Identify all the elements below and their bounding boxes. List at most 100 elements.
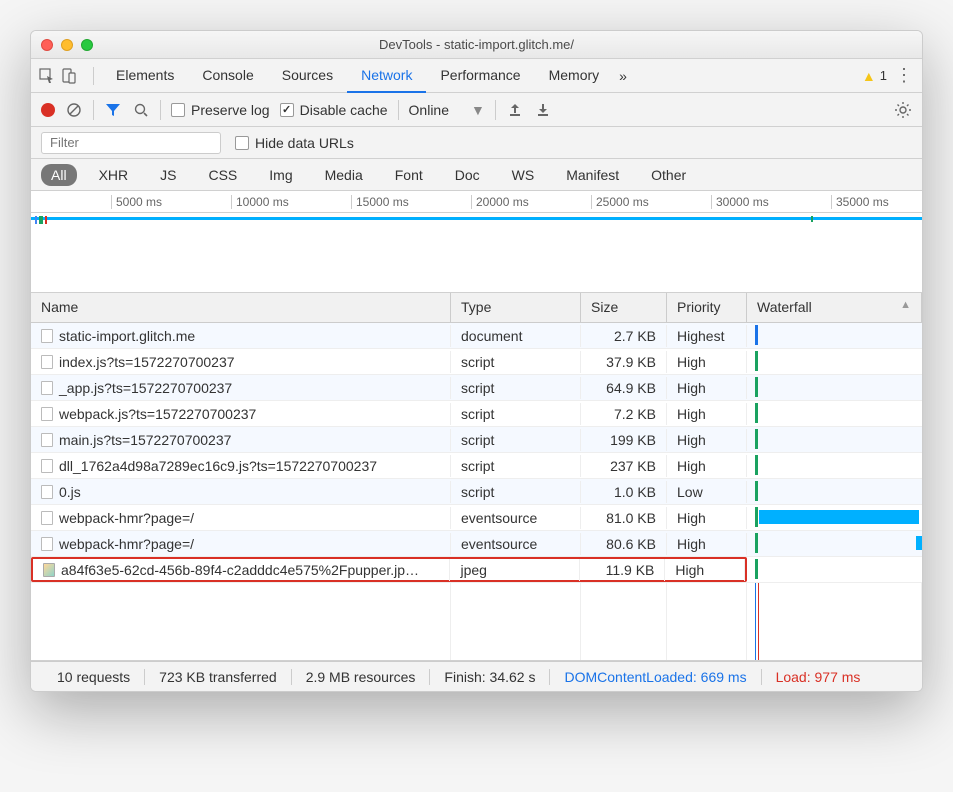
type-filter-css[interactable]: CSS <box>198 164 247 186</box>
type-filter-media[interactable]: Media <box>315 164 373 186</box>
type-filter-ws[interactable]: WS <box>502 164 545 186</box>
request-name: webpack-hmr?page=/ <box>59 510 194 526</box>
clear-icon[interactable] <box>65 101 83 119</box>
menu-icon[interactable]: ⋮ <box>895 65 914 86</box>
waterfall-cell <box>747 323 922 348</box>
warning-icon: ▲ <box>862 68 876 84</box>
chevron-down-icon: ▼ <box>471 102 485 118</box>
hide-data-urls-label: Hide data URLs <box>255 135 354 151</box>
warning-count: 1 <box>880 68 887 83</box>
table-row[interactable]: webpack.js?ts=1572270700237 script7.2 KBH… <box>31 401 922 427</box>
type-filter-other[interactable]: Other <box>641 164 696 186</box>
preserve-log-checkbox[interactable]: Preserve log <box>171 102 270 118</box>
more-tabs-icon[interactable]: » <box>613 60 633 92</box>
type-filter-js[interactable]: JS <box>150 164 186 186</box>
cell-size: 199 KB <box>581 429 667 451</box>
filter-input[interactable] <box>41 132 221 154</box>
cell-size: 64.9 KB <box>581 377 667 399</box>
col-priority-header[interactable]: Priority <box>667 293 747 322</box>
status-transferred: 723 KB transferred <box>145 669 292 685</box>
request-name: webpack.js?ts=1572270700237 <box>59 406 256 422</box>
table-row[interactable]: static-import.glitch.medocument2.7 KBHig… <box>31 323 922 349</box>
waterfall-cell <box>747 427 922 452</box>
status-requests: 10 requests <box>43 669 145 685</box>
type-filter-manifest[interactable]: Manifest <box>556 164 629 186</box>
type-filter-xhr[interactable]: XHR <box>89 164 139 186</box>
document-file-icon <box>41 511 53 525</box>
cell-priority: High <box>667 377 747 399</box>
download-icon[interactable] <box>534 101 552 119</box>
table-row[interactable]: _app.js?ts=1572270700237script64.9 KBHig… <box>31 375 922 401</box>
cell-priority: High <box>667 403 747 425</box>
tab-elements[interactable]: Elements <box>102 59 188 93</box>
timeline-tick: 35000 ms <box>831 195 889 209</box>
network-toolbar: Preserve log Disable cache Online ▼ <box>31 93 922 127</box>
status-bar: 10 requests 723 KB transferred 2.9 MB re… <box>31 661 922 691</box>
throttling-select[interactable]: Online ▼ <box>409 102 485 118</box>
type-filter-all[interactable]: All <box>41 164 77 186</box>
waterfall-cell <box>747 479 922 504</box>
warning-badge[interactable]: ▲ 1 <box>862 68 887 84</box>
search-icon[interactable] <box>132 101 150 119</box>
device-icon[interactable] <box>61 68 77 84</box>
col-type-header[interactable]: Type <box>451 293 581 322</box>
network-table-body: static-import.glitch.medocument2.7 KBHig… <box>31 323 922 583</box>
filter-bar: Hide data URLs <box>31 127 922 159</box>
type-filter-doc[interactable]: Doc <box>445 164 490 186</box>
hide-data-urls-checkbox[interactable]: Hide data URLs <box>235 135 354 151</box>
document-file-icon <box>41 329 53 343</box>
cell-type: script <box>451 403 581 425</box>
type-filter-font[interactable]: Font <box>385 164 433 186</box>
cell-size: 237 KB <box>581 455 667 477</box>
col-waterfall-header[interactable]: Waterfall ▲ <box>747 293 922 322</box>
settings-icon[interactable] <box>894 101 912 119</box>
status-finish: Finish: 34.62 s <box>430 669 550 685</box>
document-file-icon <box>41 407 53 421</box>
cell-size: 7.2 KB <box>581 403 667 425</box>
request-name: webpack-hmr?page=/ <box>59 536 194 552</box>
table-row[interactable]: index.js?ts=1572270700237script37.9 KBHi… <box>31 349 922 375</box>
disable-cache-label: Disable cache <box>300 102 388 118</box>
inspect-icon[interactable] <box>39 68 55 84</box>
type-filter-img[interactable]: Img <box>259 164 302 186</box>
col-size-header[interactable]: Size <box>581 293 667 322</box>
cell-size: 2.7 KB <box>581 325 667 347</box>
tab-network[interactable]: Network <box>347 59 426 93</box>
preserve-log-label: Preserve log <box>191 102 270 118</box>
tab-memory[interactable]: Memory <box>535 59 614 93</box>
panel-tabbar: ElementsConsoleSourcesNetworkPerformance… <box>31 59 922 93</box>
table-row[interactable]: dll_1762a4d98a7289ec16c9.js?ts=157227070… <box>31 453 922 479</box>
cell-priority: High <box>667 429 747 451</box>
timeline-tick: 30000 ms <box>711 195 769 209</box>
close-button[interactable] <box>41 39 53 51</box>
upload-icon[interactable] <box>506 101 524 119</box>
table-row[interactable]: 0.jsscript1.0 KBLow <box>31 479 922 505</box>
table-row[interactable]: webpack-hmr?page=/eventsource81.0 KBHigh <box>31 505 922 531</box>
waterfall-cell <box>747 349 922 374</box>
network-table-header: Name Type Size Priority Waterfall ▲ <box>31 293 922 323</box>
waterfall-cell <box>747 375 922 400</box>
timeline-overview[interactable] <box>31 213 922 293</box>
table-row[interactable]: a84f63e5-62cd-456b-89f4-c2adddc4e575%2Fp… <box>31 557 922 583</box>
minimize-button[interactable] <box>61 39 73 51</box>
request-name: _app.js?ts=1572270700237 <box>59 380 232 396</box>
disable-cache-checkbox[interactable]: Disable cache <box>280 102 388 118</box>
table-row[interactable]: webpack-hmr?page=/eventsource80.6 KBHigh <box>31 531 922 557</box>
tab-performance[interactable]: Performance <box>426 59 534 93</box>
tab-console[interactable]: Console <box>188 59 267 93</box>
cell-priority: High <box>667 351 747 373</box>
timeline-ruler[interactable]: 5000 ms10000 ms15000 ms20000 ms25000 ms3… <box>31 191 922 213</box>
tab-sources[interactable]: Sources <box>268 59 347 93</box>
cell-priority: Low <box>667 481 747 503</box>
table-row[interactable]: main.js?ts=1572270700237script199 KBHigh <box>31 427 922 453</box>
maximize-button[interactable] <box>81 39 93 51</box>
col-name-header[interactable]: Name <box>31 293 451 322</box>
record-button[interactable] <box>41 103 55 117</box>
document-file-icon <box>41 537 53 551</box>
cell-type: document <box>451 325 581 347</box>
filter-icon[interactable] <box>104 101 122 119</box>
timeline-tick: 10000 ms <box>231 195 289 209</box>
titlebar: DevTools - static-import.glitch.me/ <box>31 31 922 59</box>
status-resources: 2.9 MB resources <box>292 669 431 685</box>
sort-indicator-icon: ▲ <box>900 299 911 316</box>
